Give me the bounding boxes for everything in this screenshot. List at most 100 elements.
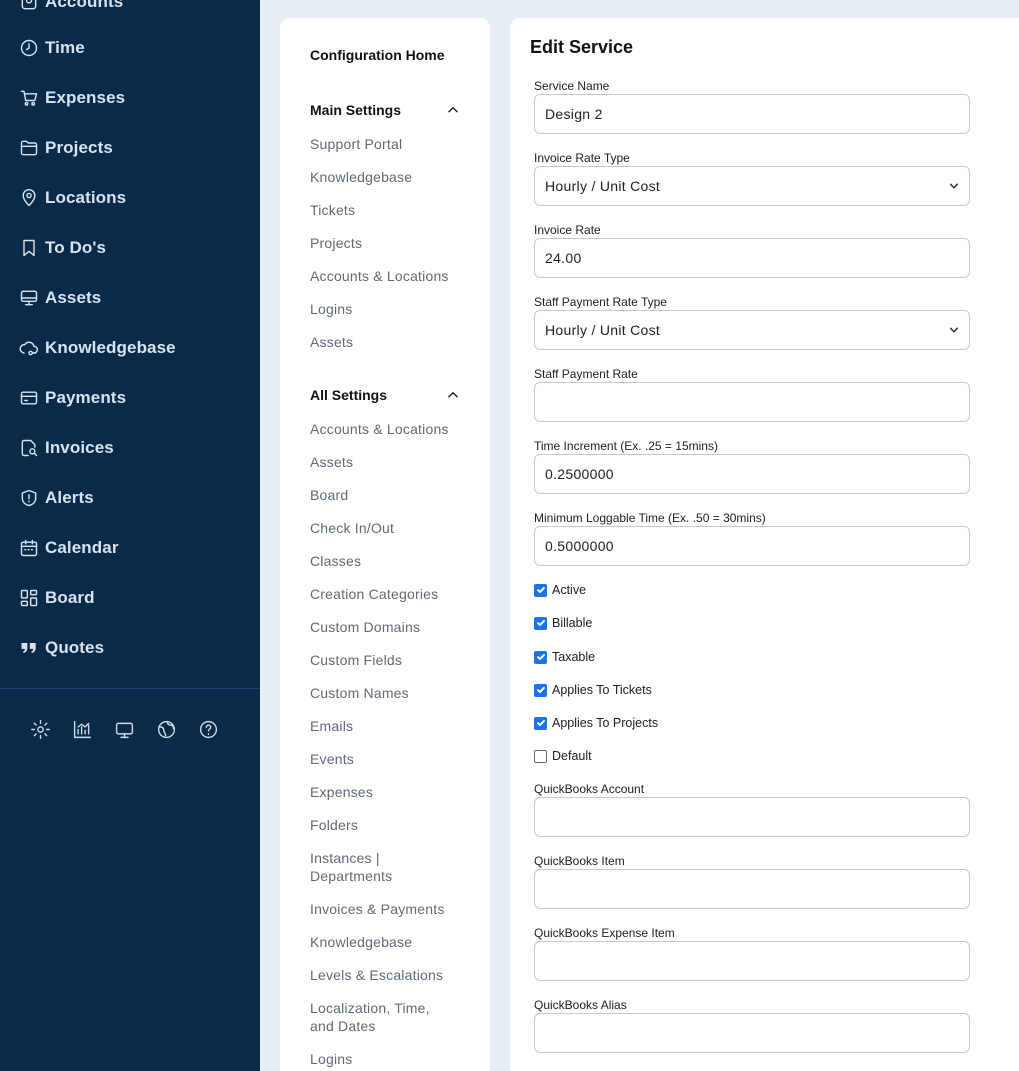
menu-link-emails[interactable]: Emails	[310, 717, 475, 735]
page-title: Edit Service	[530, 37, 634, 57]
nav-item-knowledgebase[interactable]: Knowledgebase	[18, 333, 176, 363]
nav-item-time[interactable]: Time	[18, 33, 85, 63]
nav-item-expenses[interactable]: Expenses	[18, 83, 125, 113]
staff-payment-rate-type-label: Staff Payment Rate Type	[534, 295, 667, 309]
checkbox-checked-icon	[534, 683, 547, 697]
nav-item-quotes[interactable]: Quotes	[18, 633, 104, 663]
applies-to-tickets-checkbox[interactable]: Applies To Tickets	[534, 683, 652, 697]
quote-icon	[18, 637, 40, 659]
menu-link-invoices-payments[interactable]: Invoices & Payments	[310, 900, 475, 918]
taxable-label: Taxable	[552, 650, 596, 664]
cart-icon	[18, 87, 40, 109]
active-label: Active	[552, 583, 587, 597]
menu-link-folders[interactable]: Folders	[310, 816, 475, 834]
menu-link-accounts-locations[interactable]: Accounts & Locations	[310, 420, 475, 438]
chevron-down-icon	[949, 183, 959, 189]
nav-item-todos[interactable]: To Do's	[18, 233, 106, 263]
invoice-rate-label: Invoice Rate	[534, 223, 601, 237]
quickbooks-item-input[interactable]	[534, 869, 970, 909]
credit-card-icon	[18, 387, 40, 409]
nav-item-locations[interactable]: Locations	[18, 183, 126, 213]
quickbooks-expense-item-input[interactable]	[534, 941, 970, 981]
invoice-rate-type-select[interactable]: Hourly / Unit Cost	[534, 166, 970, 206]
menu-link-support-portal[interactable]: Support Portal	[310, 135, 475, 153]
menu-link-check-in-out[interactable]: Check In/Out	[310, 519, 475, 537]
nav-item-assets[interactable]: Assets	[18, 283, 101, 313]
nav-item-board[interactable]: Board	[18, 583, 95, 613]
nav-item-accounts[interactable]: Accounts	[18, 0, 123, 17]
gear-icon[interactable]	[29, 718, 51, 740]
menu-link-tickets[interactable]: Tickets	[310, 201, 475, 219]
taxable-checkbox[interactable]: Taxable	[534, 650, 595, 664]
nav-item-calendar[interactable]: Calendar	[18, 533, 119, 563]
checkbox-checked-icon	[534, 616, 547, 630]
nav-item-invoices[interactable]: Invoices	[18, 433, 114, 463]
nav-item-projects[interactable]: Projects	[18, 133, 113, 163]
globe-icon[interactable]	[155, 718, 177, 740]
clock-icon	[18, 37, 40, 59]
menu-link-knowledgebase[interactable]: Knowledgebase	[310, 168, 475, 186]
folder-icon	[18, 137, 40, 159]
checkbox-checked-icon	[534, 650, 547, 664]
bookmark-icon	[18, 237, 40, 259]
minimum-loggable-time-input[interactable]	[534, 526, 970, 566]
menu-link-custom-domains[interactable]: Custom Domains	[310, 618, 475, 636]
menu-link-levels-escalations[interactable]: Levels & Escalations	[310, 966, 475, 984]
chevron-down-icon	[949, 327, 959, 333]
time-increment-label: Time Increment (Ex. .25 = 15mins)	[534, 439, 718, 453]
accounts-icon	[18, 0, 40, 13]
menu-link-events[interactable]: Events	[310, 750, 475, 768]
applies-to-projects-checkbox[interactable]: Applies To Projects	[534, 716, 658, 730]
menu-link-accounts-locations[interactable]: Accounts & Locations	[310, 267, 475, 285]
menu-link-logins[interactable]: Logins	[310, 300, 475, 318]
all-settings-header[interactable]: All Settings	[310, 387, 460, 403]
menu-link-instances-departments[interactable]: Instances | Departments	[310, 849, 425, 885]
staff-payment-rate-label: Staff Payment Rate	[534, 367, 638, 381]
quickbooks-alias-input[interactable]	[534, 1013, 970, 1053]
applies-to-tickets-label: Applies To Tickets	[552, 683, 652, 697]
invoice-rate-type-label: Invoice Rate Type	[534, 151, 630, 165]
menu-link-expenses[interactable]: Expenses	[310, 783, 475, 801]
configuration-home-link[interactable]: Configuration Home	[310, 47, 445, 63]
menu-link-assets[interactable]: Assets	[310, 333, 475, 351]
billable-checkbox[interactable]: Billable	[534, 616, 592, 630]
staff-payment-rate-input[interactable]	[534, 382, 970, 422]
nav-item-payments[interactable]: Payments	[18, 383, 126, 413]
active-checkbox[interactable]: Active	[534, 583, 586, 597]
applies-to-projects-label: Applies To Projects	[552, 716, 659, 730]
main-nav: Accounts Time Expenses Projects Location…	[0, 0, 260, 1071]
menu-link-knowledgebase[interactable]: Knowledgebase	[310, 933, 475, 951]
nav-item-alerts[interactable]: Alerts	[18, 483, 94, 513]
service-name-input[interactable]	[534, 94, 970, 134]
menu-link-custom-names[interactable]: Custom Names	[310, 684, 475, 702]
default-checkbox[interactable]: Default	[534, 749, 592, 763]
chart-icon[interactable]	[71, 718, 93, 740]
menu-link-board[interactable]: Board	[310, 486, 475, 504]
quickbooks-account-input[interactable]	[534, 797, 970, 837]
menu-link-creation-categories[interactable]: Creation Categories	[310, 585, 475, 603]
menu-link-projects[interactable]: Projects	[310, 234, 475, 252]
menu-link-classes[interactable]: Classes	[310, 552, 475, 570]
edit-service-panel: Edit Service Service Name Invoice Rate T…	[510, 18, 1019, 1071]
help-icon[interactable]	[197, 718, 219, 740]
quickbooks-item-label: QuickBooks Item	[534, 854, 625, 868]
menu-link-custom-fields[interactable]: Custom Fields	[310, 651, 475, 669]
desktop-icon[interactable]	[113, 718, 135, 740]
menu-link-logins[interactable]: Logins	[310, 1050, 475, 1068]
quickbooks-account-label: QuickBooks Account	[534, 782, 645, 796]
main-settings-header[interactable]: Main Settings	[310, 102, 460, 118]
menu-link-localization[interactable]: Localization, Time, and Dates	[310, 999, 450, 1035]
invoice-rate-type-value: Hourly / Unit Cost	[545, 178, 661, 194]
service-name-label: Service Name	[534, 79, 610, 93]
menu-link-assets[interactable]: Assets	[310, 453, 475, 471]
invoice-rate-input[interactable]	[534, 238, 970, 278]
chevron-up-icon	[448, 392, 458, 398]
minimum-loggable-time-label: Minimum Loggable Time (Ex. .50 = 30mins)	[534, 511, 766, 525]
time-increment-input[interactable]	[534, 454, 970, 494]
calendar-icon	[18, 537, 40, 559]
quickbooks-alias-label: QuickBooks Alias	[534, 998, 627, 1012]
chevron-up-icon	[448, 107, 458, 113]
default-label: Default	[552, 749, 592, 763]
billable-label: Billable	[552, 616, 593, 630]
staff-payment-rate-type-select[interactable]: Hourly / Unit Cost	[534, 310, 970, 350]
